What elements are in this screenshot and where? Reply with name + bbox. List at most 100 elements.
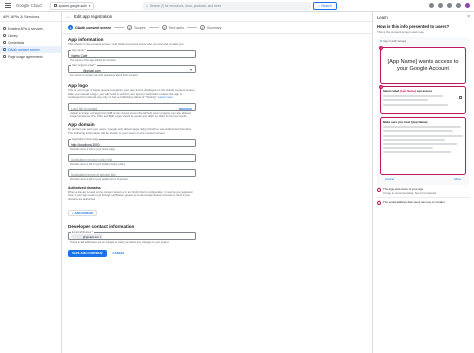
project-picker[interactable]: spaced-google-auth ▾ — [49, 1, 95, 10]
key-icon — [3, 41, 6, 44]
terms-of-service-field[interactable]: Application terms of service link — [68, 168, 196, 177]
learn-more-link[interactable]: Learn more — [158, 95, 173, 99]
step-test-users[interactable]: 3 Test users — [161, 25, 184, 30]
form-actions: SAVE AND CONTINUE CANCEL — [68, 249, 372, 257]
learn-item-body: The email address that users can use to … — [383, 199, 445, 205]
page-title: Edit app registration — [74, 14, 113, 19]
app-name-field[interactable]: App name * Valeto Cafe — [68, 49, 196, 58]
illustration-buttons: Cancel Allow — [380, 177, 466, 181]
learn-title: Learn — [377, 14, 388, 20]
add-domain-button[interactable]: + ADD DOMAIN — [68, 209, 97, 216]
sidebar: API APIs & Services Enabled APIs & servi… — [0, 12, 62, 353]
placeholder-bar — [383, 134, 463, 137]
terms-of-service-helper: Provide users a link to your public term… — [70, 177, 128, 181]
field-placeholder: Logo file to upload — [71, 106, 98, 111]
learn-item-2: 2 The email address that users can use t… — [373, 198, 474, 205]
search-button[interactable]: ⌕ Search — [313, 2, 337, 10]
sidebar-item-credentials[interactable]: Credentials — [0, 39, 61, 46]
field-value: http://localhost:3000 — [71, 142, 100, 147]
search-placeholder: Search (/) for resources, docs, products… — [149, 4, 222, 8]
home-page-helper: Provide users a link to your home page — [70, 147, 115, 151]
avatar[interactable] — [465, 3, 470, 8]
main-header: ← Edit app registration — [62, 12, 372, 22]
learn-question: How is this info presented to users? — [377, 24, 450, 29]
notifications-icon[interactable] — [438, 3, 443, 8]
developer-email-field[interactable]: Email addresses * @gmail.com × — [68, 231, 196, 240]
step-label: Test users — [168, 25, 184, 30]
email-chip[interactable]: @gmail.com × — [71, 234, 104, 239]
callout-select-access-text: Select what [App Name] can access — [383, 89, 463, 93]
step-number: 2 — [127, 25, 133, 30]
illustration-allow: Allow — [454, 177, 461, 181]
placeholder-bar — [383, 151, 451, 154]
sidebar-title: APIs & Services — [10, 14, 40, 19]
signin-label: Sign in with Google — [383, 40, 407, 43]
learn-header: Learn × — [373, 12, 474, 22]
more-icon[interactable] — [456, 3, 461, 8]
callout-app-name: 1 [App Name] wants access to your Google… — [379, 46, 466, 84]
placeholder-bar — [383, 95, 443, 98]
step-label: OAuth consent screen — [75, 25, 112, 30]
sidebar-item-label: Enabled APIs & services — [8, 26, 43, 31]
home-page-field[interactable]: Application home page http://localhost:3… — [68, 138, 196, 147]
top-actions — [429, 3, 470, 8]
logo-file-field[interactable]: Logo file to upload BROWSE — [68, 103, 196, 112]
learn-item-text: The email address that users can use to … — [383, 199, 445, 204]
hamburger-menu-icon[interactable] — [2, 0, 14, 12]
dropdown-arrow-icon — [190, 68, 192, 71]
developer-email-helper: These email addresses are for Google to … — [70, 240, 170, 244]
support-email-helper: For users to contact you with questions … — [70, 73, 138, 77]
learn-item-1: 1 The logo and name of your app A logo i… — [373, 185, 474, 195]
back-arrow-icon[interactable]: ← — [66, 14, 71, 20]
google-cloud-logo[interactable]: Google Cloud — [16, 3, 42, 8]
placeholder-bar — [383, 130, 453, 133]
callout-text-pre: Select what — [383, 89, 399, 93]
help-icon[interactable] — [447, 3, 452, 8]
learn-item-number: 1 — [377, 188, 381, 192]
sidebar-item-label: OAuth consent screen — [8, 47, 40, 52]
plus-icon: + — [72, 210, 74, 215]
google-g-icon: G — [380, 40, 383, 43]
step-label: Summary — [206, 25, 222, 30]
consent-screen-illustration: G Sign in with Google 1 [App Name] wants… — [377, 37, 469, 185]
learn-item-subtext: A logo is recommended, but isn't require… — [383, 190, 437, 195]
callout-trust-text: Make sure you trust [App Name] — [383, 120, 428, 124]
step-summary[interactable]: 4 Summary — [199, 25, 222, 30]
chip-close-icon[interactable]: × — [100, 235, 102, 239]
support-email-select[interactable]: User support email * @gmail.com — [68, 64, 196, 73]
step-scopes[interactable]: 2 Scopes — [127, 25, 146, 30]
illustration-cancel: Cancel — [385, 177, 394, 181]
callout-text-post: can access — [416, 89, 433, 93]
field-label: App name * — [71, 49, 87, 53]
sidebar-item-library[interactable]: Library — [0, 32, 61, 39]
placeholder-bar — [383, 142, 457, 145]
browse-button[interactable]: BROWSE — [179, 107, 192, 111]
field-placeholder: Application terms of service link — [71, 172, 116, 177]
sidebar-item-oauth-consent-screen[interactable]: OAuth consent screen — [0, 46, 61, 53]
sidebar-item-page-usage-agreements[interactable]: Page usage agreements — [0, 53, 61, 60]
signin-row: G Sign in with Google — [380, 40, 466, 43]
callout-app-name-text: [App Name] wants access to your Google A… — [387, 59, 459, 72]
sidebar-header: API APIs & Services — [0, 12, 61, 22]
sidebar-item-enabled-apis[interactable]: Enabled APIs & services — [0, 25, 61, 32]
step-divider — [114, 27, 125, 28]
stepper: 1 OAuth consent screen 2 Scopes 3 Test u… — [62, 22, 372, 34]
project-dot-icon — [53, 4, 57, 7]
consent-icon — [3, 48, 6, 51]
cancel-button[interactable]: CANCEL — [113, 251, 125, 255]
learn-item-number: 2 — [377, 200, 381, 205]
close-icon[interactable]: × — [467, 14, 470, 20]
step-number: 1 — [68, 25, 73, 30]
save-and-continue-button[interactable]: SAVE AND CONTINUE — [68, 249, 107, 257]
callout-trust: Make sure you trust [App Name] — [380, 117, 466, 175]
main-panel: ← Edit app registration 1 OAuth consent … — [62, 12, 372, 353]
field-value: @gmail.com — [83, 68, 101, 73]
placeholder-bar — [383, 126, 461, 129]
privacy-policy-field[interactable]: Application privacy policy link — [68, 153, 196, 162]
field-value: Valeto Cafe — [71, 53, 88, 58]
authorized-domains-heading: Authorized domains — [68, 185, 101, 190]
search-input[interactable]: ⌕ Search (/) for resources, docs, produc… — [143, 2, 311, 10]
step-oauth-consent[interactable]: 1 OAuth consent screen — [68, 25, 111, 30]
terminal-icon[interactable] — [429, 3, 434, 8]
field-placeholder: Application privacy policy link — [71, 157, 113, 162]
